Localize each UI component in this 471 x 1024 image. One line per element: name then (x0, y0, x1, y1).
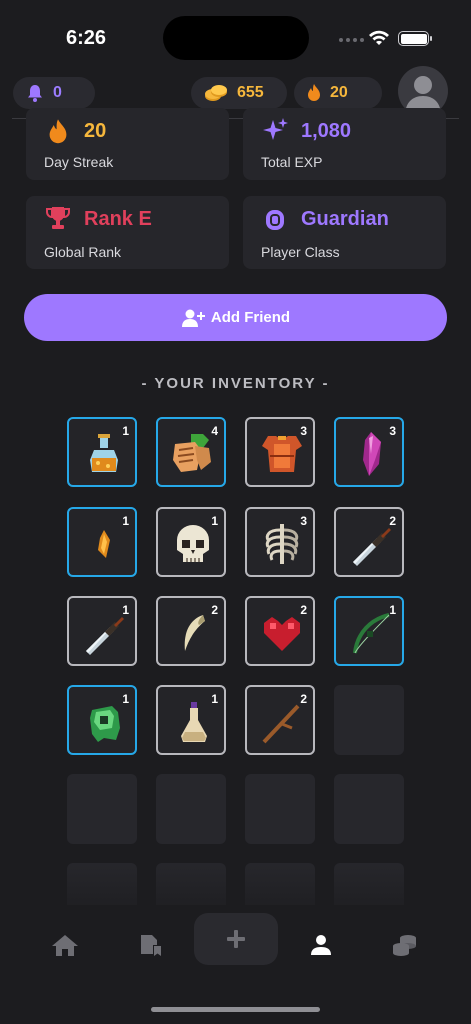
inventory-slot-empty[interactable] (67, 774, 137, 844)
item-count: 1 (122, 692, 129, 706)
quests-icon (141, 935, 161, 956)
stat-label: Day Streak (44, 154, 114, 170)
stat-value: 1,080 (301, 120, 352, 142)
flame-icon (49, 119, 67, 144)
inventory-slot-flask[interactable]: 1 (156, 685, 226, 755)
item-count: 1 (211, 692, 218, 706)
coins-stack-icon (393, 935, 416, 956)
item-count: 2 (300, 603, 307, 617)
item-count: 2 (389, 514, 396, 528)
ribcage-icon (265, 524, 299, 564)
inventory-slot-crystal[interactable]: 3 (334, 417, 404, 487)
tab-coins[interactable] (385, 925, 425, 965)
inventory-slot-fang[interactable]: 2 (156, 596, 226, 666)
item-count: 1 (389, 603, 396, 617)
streak-count: 20 (330, 84, 348, 101)
inventory-slot-empty[interactable] (245, 774, 315, 844)
stat-value: Guardian (301, 208, 389, 230)
coins-icon (205, 85, 227, 101)
inventory-slot-hands[interactable]: 4 (156, 417, 226, 487)
item-count: 1 (122, 514, 129, 528)
feather-icon (98, 530, 110, 558)
stat-card-class: Guardian Player Class (243, 196, 446, 269)
heart-icon (264, 617, 300, 651)
inventory-title: - YOUR INVENTORY - (141, 375, 330, 392)
home-icon (52, 935, 78, 956)
inventory-slot-stick[interactable]: 2 (245, 685, 315, 755)
inventory-slot-dagger[interactable]: 2 (334, 507, 404, 577)
slime-icon (90, 706, 120, 742)
fang-icon (184, 615, 205, 651)
streak-pill[interactable]: 20 (294, 77, 382, 109)
notifications-button[interactable]: 0 (13, 77, 95, 109)
bell-icon (28, 85, 42, 102)
battery-icon (398, 31, 432, 46)
flame-icon (308, 84, 320, 101)
bow-icon (353, 613, 390, 654)
stat-card-exp: 1,080 Total EXP (243, 108, 446, 180)
item-count: 1 (211, 514, 218, 528)
inventory-slot-bow[interactable]: 1 (334, 596, 404, 666)
coins-pill[interactable]: 655 (191, 77, 287, 109)
stat-label: Global Rank (44, 244, 122, 260)
stat-label: Total EXP (261, 154, 323, 170)
item-count: 3 (389, 424, 396, 438)
plus-icon (227, 930, 245, 948)
status-time: 6:26 (66, 27, 107, 49)
inventory-slot-empty[interactable] (334, 685, 404, 755)
inventory-slot-slime[interactable]: 1 (67, 685, 137, 755)
tab-quests[interactable] (130, 925, 170, 965)
inventory-slot-potion[interactable]: 1 (67, 417, 137, 487)
inventory-slot-armor[interactable]: 3 (245, 417, 315, 487)
tab-home[interactable] (45, 925, 85, 965)
wifi-icon (369, 30, 389, 45)
skull-icon (177, 525, 209, 562)
stat-value: Rank E (84, 208, 152, 230)
inventory-slot-empty[interactable] (334, 774, 404, 844)
crystal-icon (363, 432, 381, 476)
home-indicator (151, 1007, 320, 1012)
inventory-slot-skull[interactable]: 1 (156, 507, 226, 577)
inventory-slot-empty[interactable] (156, 774, 226, 844)
inventory-slot-heart[interactable]: 2 (245, 596, 315, 666)
inventory-slot-ribcage[interactable]: 3 (245, 507, 315, 577)
stat-value: 20 (84, 120, 107, 142)
add-friend-label: Add Friend (210, 309, 291, 326)
stick-icon (262, 704, 300, 744)
coin-count: 655 (237, 84, 264, 101)
inventory-slot-feather[interactable]: 1 (67, 507, 137, 577)
item-count: 3 (300, 514, 307, 528)
dagger-icon (86, 617, 124, 655)
profile-icon (311, 935, 331, 955)
item-count: 1 (122, 603, 129, 617)
stat-card-rank: Rank E Global Rank (26, 196, 229, 269)
item-count: 3 (300, 424, 307, 438)
tab-profile[interactable] (301, 925, 341, 965)
potion-icon (90, 434, 118, 472)
armor-icon (262, 436, 302, 472)
signal-icon (339, 38, 364, 42)
item-count: 1 (122, 424, 129, 438)
inventory-slot-dagger[interactable]: 1 (67, 596, 137, 666)
item-count: 4 (211, 424, 218, 438)
tab-add[interactable] (194, 913, 278, 965)
item-count: 2 (211, 603, 218, 617)
dagger-icon (353, 528, 391, 566)
item-count: 2 (300, 692, 307, 706)
notification-count: 0 (53, 84, 62, 101)
add-user-icon (181, 309, 205, 327)
dynamic-island (163, 16, 309, 60)
flask-icon (181, 702, 207, 742)
trophy-icon (46, 207, 70, 229)
stat-label: Player Class (261, 244, 340, 260)
class-icon (266, 210, 284, 230)
status-bar: 6:26 (0, 0, 471, 70)
add-friend-button[interactable]: Add Friend (24, 294, 447, 341)
hands-icon (173, 434, 211, 472)
sparkle-icon (263, 118, 288, 140)
stat-card-streak: 20 Day Streak (26, 108, 229, 180)
